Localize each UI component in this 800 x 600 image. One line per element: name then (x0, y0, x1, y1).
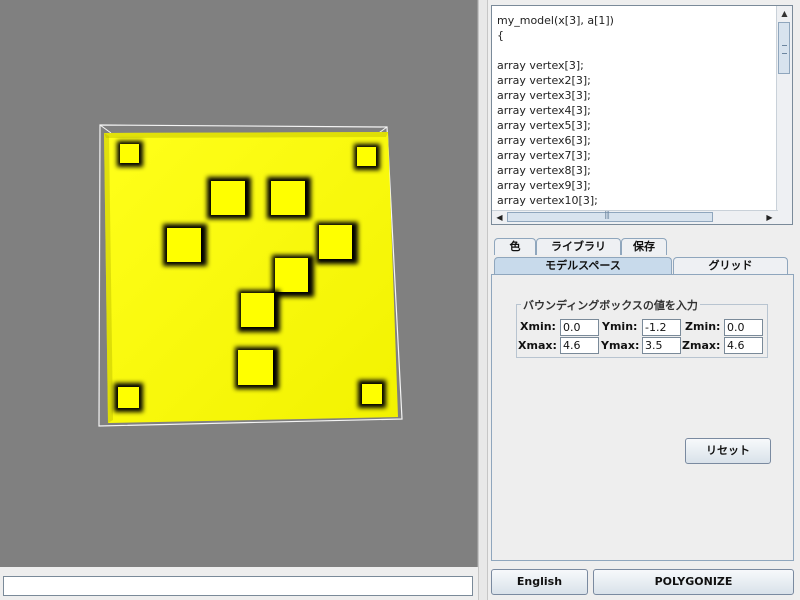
ymax-label: Ymax: (601, 339, 640, 352)
command-input[interactable] (3, 576, 473, 596)
scrollbar-corner (777, 211, 792, 224)
horizontal-scrollbar[interactable]: ◀ ▶ (492, 210, 778, 224)
bounding-box-legend: バウンディングボックスの値を入力 (521, 297, 700, 313)
tab-model-space[interactable]: モデルスペース (494, 257, 672, 274)
zmax-label: Zmax: (682, 339, 721, 352)
ymin-label: Ymin: (602, 320, 638, 333)
tab-save[interactable]: 保存 (621, 238, 667, 255)
code-line: my_model(x[3], a[1]) (497, 14, 614, 27)
scroll-left-icon[interactable]: ◀ (493, 211, 506, 224)
zmin-label: Zmin: (685, 320, 721, 333)
code-line: array vertex6[3]; (497, 134, 591, 147)
horizontal-scroll-thumb[interactable] (507, 210, 713, 222)
code-line: array vertex4[3]; (497, 104, 591, 117)
command-bar (0, 567, 478, 600)
code-line: array vertex3[3]; (497, 89, 591, 102)
xmin-field[interactable]: 0.0 (560, 319, 599, 336)
code-text-area[interactable]: my_model(x[3], a[1]) { array vertex[3]; ar… (497, 13, 775, 211)
zmin-field[interactable]: 0.0 (724, 319, 763, 336)
ymin-field[interactable]: -1.2 (642, 319, 681, 336)
panel-splitter[interactable] (478, 0, 488, 600)
ymax-field[interactable]: 3.5 (642, 337, 681, 354)
zmax-field[interactable]: 4.6 (724, 337, 763, 354)
code-line: array vertex2[3]; (497, 74, 591, 87)
reset-button[interactable]: リセット (685, 438, 771, 464)
scroll-right-icon[interactable]: ▶ (763, 211, 776, 224)
xmax-field[interactable]: 4.6 (560, 337, 599, 354)
code-line: array vertex7[3]; (497, 149, 591, 162)
xmin-label: Xmin: (520, 320, 556, 333)
tab-grid[interactable]: グリッド (673, 257, 788, 274)
xmax-label: Xmax: (518, 339, 557, 352)
tab-color[interactable]: 色 (494, 238, 536, 255)
model-render (98, 124, 403, 427)
tab-library[interactable]: ライブラリ (536, 238, 621, 255)
code-line: array vertex8[3]; (497, 164, 591, 177)
code-line: { (497, 29, 504, 42)
code-line: array vertex[3]; (497, 59, 584, 72)
code-editor[interactable]: my_model(x[3], a[1]) { array vertex[3]; ar… (491, 5, 793, 225)
code-line: array vertex5[3]; (497, 119, 591, 132)
vertical-scroll-thumb[interactable] (778, 22, 790, 74)
scroll-up-icon[interactable]: ▲ (777, 6, 792, 21)
code-line: array vertex9[3]; (497, 179, 591, 192)
polygonize-button[interactable]: POLYGONIZE (593, 569, 794, 595)
code-line: array vertex10[3]; (497, 194, 598, 207)
3d-viewport[interactable] (0, 0, 478, 567)
model-space-panel: バウンディングボックスの値を入力 Xmin: 0.0 Ymin: -1.2 Zm… (491, 274, 794, 561)
vertical-scrollbar[interactable]: ▲ (776, 6, 792, 214)
language-button[interactable]: English (491, 569, 588, 595)
